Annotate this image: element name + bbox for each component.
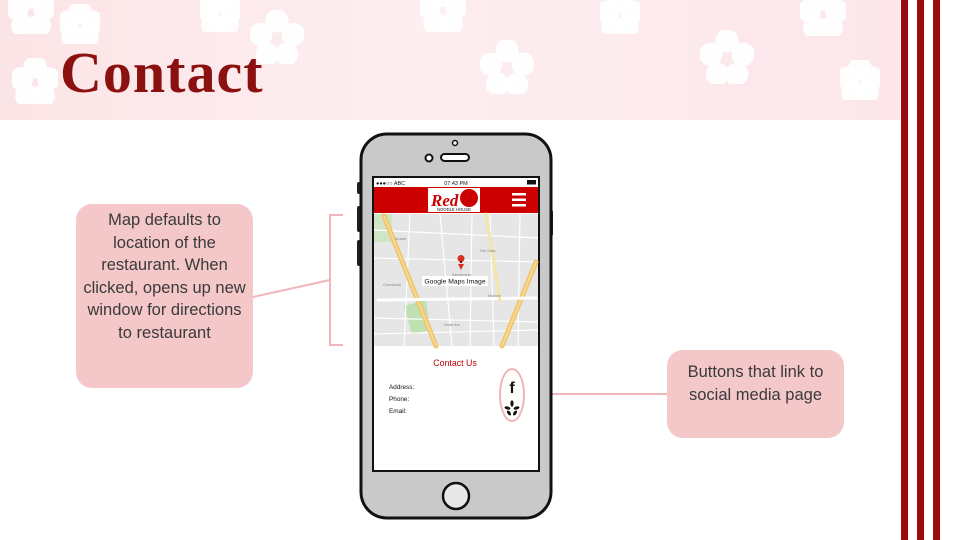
svg-text:f: f xyxy=(509,380,515,397)
svg-text:Carmichael: Carmichael xyxy=(383,283,401,287)
battery-icon xyxy=(527,180,536,185)
svg-text:Howe Ave: Howe Ave xyxy=(444,323,460,327)
map-bracket-connector xyxy=(252,214,343,346)
front-camera xyxy=(424,153,434,163)
svg-text:Marconi: Marconi xyxy=(488,294,501,298)
restaurant-logo[interactable]: Red NOODLE HOUSE xyxy=(428,188,480,212)
status-time: 07:43 PM xyxy=(444,181,468,187)
contact-heading: Contact Us xyxy=(433,358,477,368)
map-area[interactable]: Arcade Fair Oaks Sacramento Marconi Carm… xyxy=(373,212,539,349)
address-label: Address: xyxy=(389,384,414,391)
earpiece-speaker xyxy=(440,153,470,162)
home-button[interactable] xyxy=(441,481,471,511)
phone-label: Phone: xyxy=(389,396,409,403)
logo-sub-text: NOODLE HOUSE xyxy=(437,207,471,212)
svg-text:Arcade: Arcade xyxy=(395,237,406,241)
phone-mockup: ●●●○○ ABC 07:43 PM Red NOODLE HOUSE Arca… xyxy=(252,132,667,520)
status-carrier: ●●●○○ ABC xyxy=(376,181,405,187)
logo-circle xyxy=(460,189,478,207)
sensor-dot xyxy=(451,139,459,147)
facebook-icon[interactable]: f xyxy=(509,380,515,397)
hamburger-icon[interactable] xyxy=(512,193,526,207)
svg-text:Fair Oaks: Fair Oaks xyxy=(480,249,496,253)
email-label: Email: xyxy=(389,408,407,415)
map-label: Google Maps Image xyxy=(424,279,485,286)
